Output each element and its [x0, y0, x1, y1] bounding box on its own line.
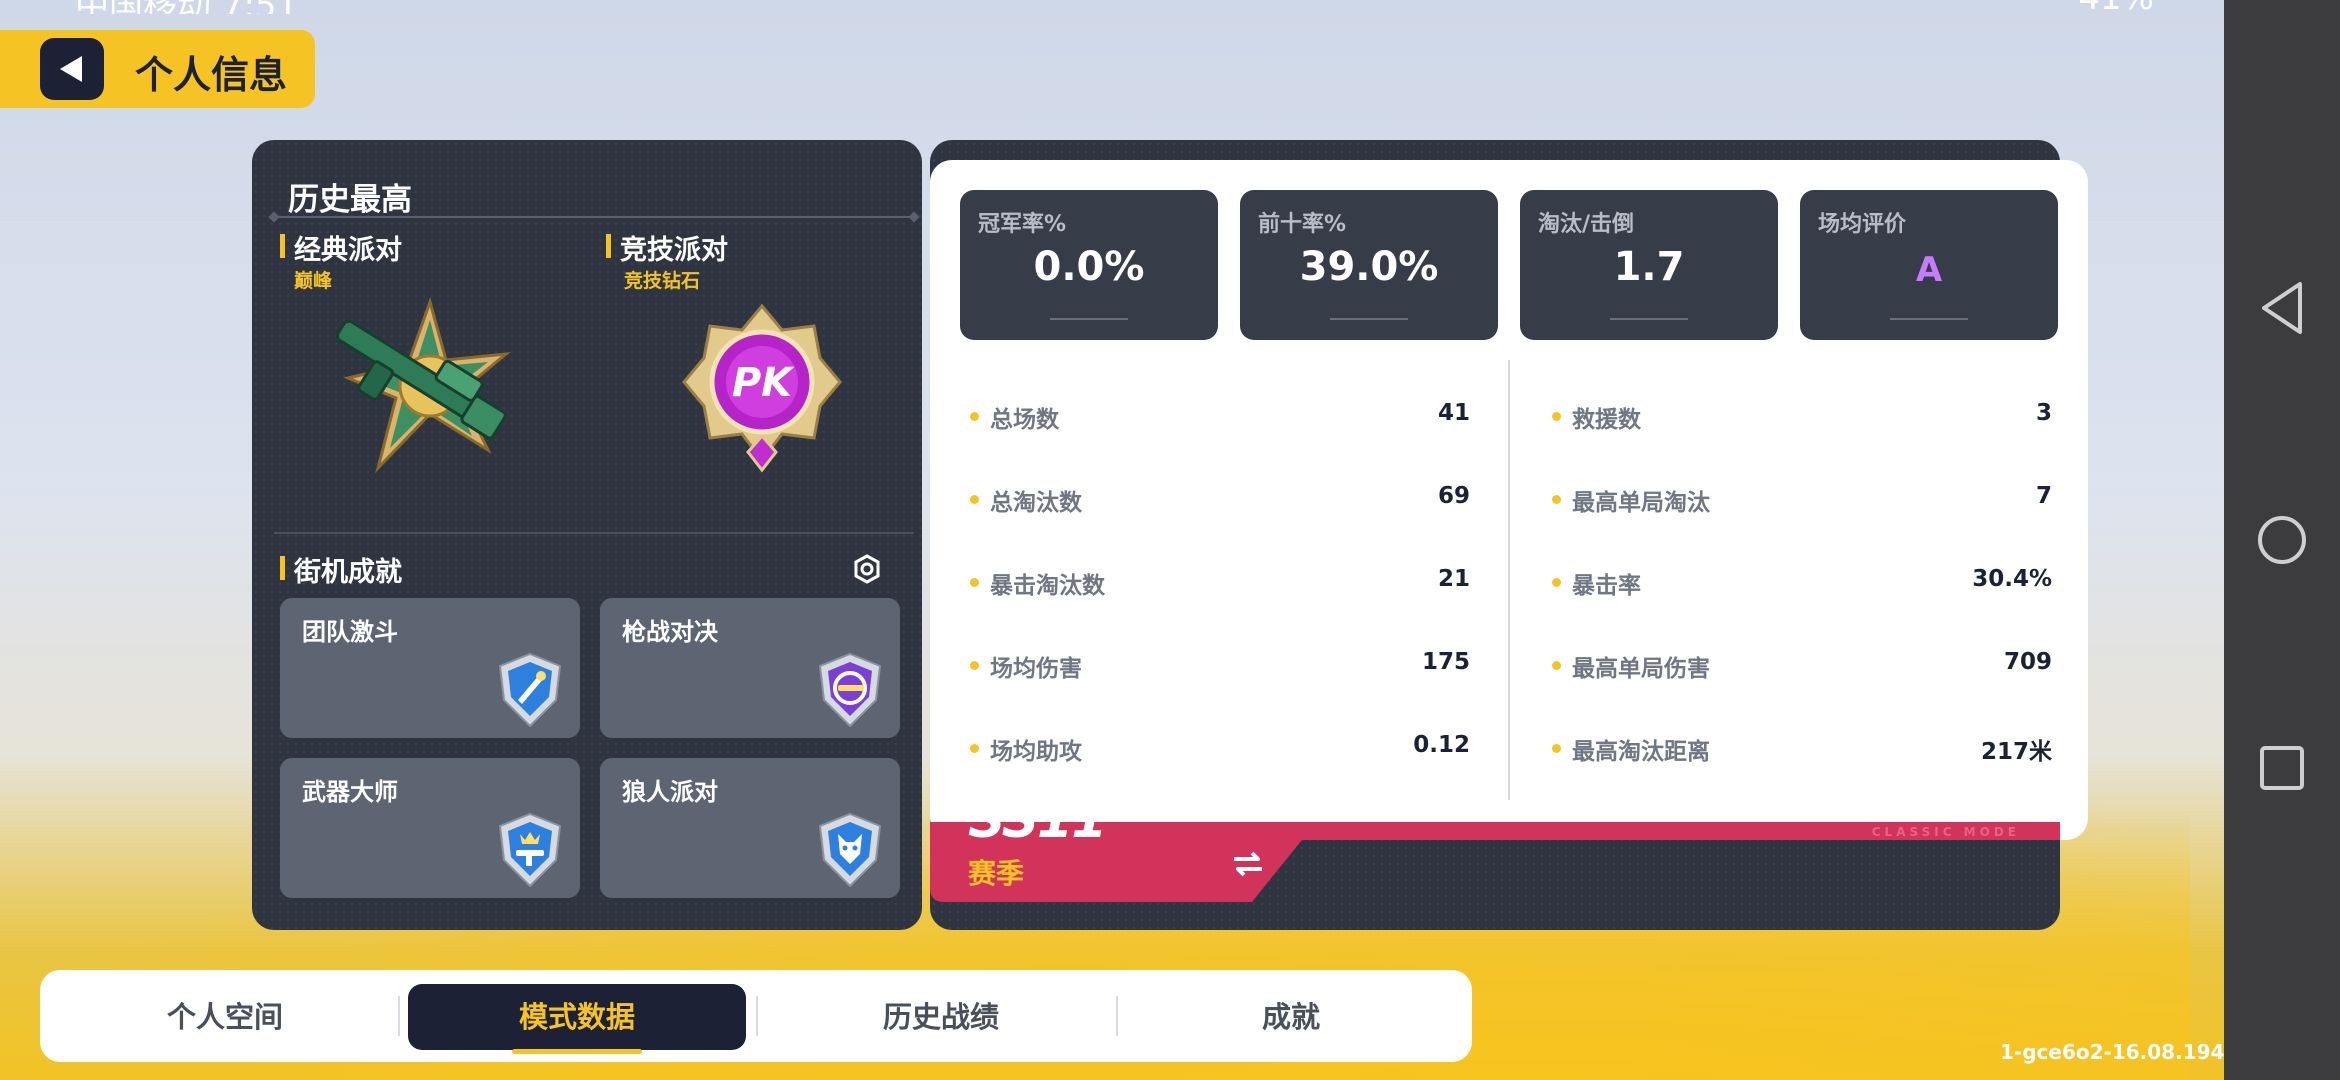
arcade-tile-gunfight[interactable]: 枪战对决 [600, 598, 900, 738]
tab-personal-space[interactable]: 个人空间 [60, 984, 390, 1050]
peak-rank-badge-icon[interactable] [312, 290, 532, 480]
status-bar: 中国移动 7:51 41% [0, 0, 2224, 14]
season-label: 赛季 [968, 857, 1025, 890]
season-watermark: CLASSIC MODE [1872, 825, 2020, 839]
stat-label: 暴击淘汰数 [990, 573, 1105, 599]
summary-label: 前十率% [1258, 212, 1347, 237]
summary-value: 0.0% [1033, 244, 1145, 290]
system-nav-bar [2224, 0, 2340, 1080]
history-title: 历史最高 [288, 182, 412, 218]
stat-row: 暴击淘汰数 21 [970, 562, 1470, 602]
pk-badge-text: PK [732, 360, 795, 406]
arcade-tile-label: 枪战对决 [622, 618, 718, 646]
summary-grade-value: A [1915, 250, 1943, 290]
status-carrier-time: 中国移动 7:51 [75, 0, 298, 14]
stat-value: 7 [2035, 483, 2052, 509]
summary-label: 场均评价 [1818, 212, 1907, 237]
tab-match-history[interactable]: 历史战绩 [766, 984, 1116, 1050]
arcade-tile-label: 团队激斗 [302, 618, 398, 646]
mode-rank-competitive: 竞技钻石 [624, 270, 701, 292]
nav-back-icon[interactable] [2260, 280, 2304, 336]
stat-row: 场均伤害 175 [970, 645, 1470, 685]
crown-weapon-shield-icon [498, 812, 562, 888]
stat-value: 69 [1437, 483, 1470, 509]
nav-home-icon[interactable] [2256, 514, 2308, 566]
stat-label: 场均伤害 [990, 656, 1082, 682]
arcade-title: 街机成就 [280, 550, 402, 589]
stat-value: 0.12 [1413, 732, 1470, 758]
back-arrow-icon [60, 56, 82, 82]
stat-label: 总场数 [990, 407, 1059, 433]
stat-value: 41 [1437, 400, 1470, 426]
stat-row: 总淘汰数 69 [970, 479, 1470, 519]
stat-label: 最高淘汰距离 [1572, 739, 1710, 765]
season-code: SS11 [968, 790, 1107, 850]
stat-row: 最高单局淘汰 7 [1552, 479, 2052, 519]
stat-value: 709 [2003, 649, 2052, 675]
stat-row: 场均助攻 0.12 [970, 728, 1470, 768]
page-header: 个人信息 [0, 30, 315, 108]
stat-value: 175 [1421, 649, 1470, 675]
history-best-card: 历史最高 经典派对 巅峰 竞技派对 竞技钻石 PK 街机成就 团队激斗 枪战对决… [252, 140, 922, 930]
back-button[interactable] [40, 38, 104, 100]
bottom-tab-bar: 个人空间 模式数据 历史战绩 成就 [40, 970, 1472, 1062]
arcade-tile-label: 武器大师 [302, 778, 398, 806]
summary-label: 淘汰/击倒 [1538, 212, 1635, 237]
target-gun-shield-icon [818, 652, 882, 728]
tab-mode-data[interactable]: 模式数据 [408, 984, 746, 1054]
nav-recents-icon[interactable] [2259, 745, 2305, 791]
stat-row: 最高单局伤害 709 [1552, 645, 2052, 685]
stat-row: 暴击率 30.4% [1552, 562, 2052, 602]
mode-label-classic: 经典派对 [280, 228, 402, 267]
stat-value: 30.4% [1972, 566, 2052, 592]
stat-label: 暴击率 [1572, 573, 1641, 599]
arcade-tile-team-battle[interactable]: 团队激斗 [280, 598, 580, 738]
arcade-tile-werewolf-party[interactable]: 狼人派对 [600, 758, 900, 898]
diamond-rank-badge-icon[interactable]: PK [682, 304, 842, 474]
summary-box-kd: 淘汰/击倒 1.7 [1520, 190, 1778, 340]
summary-box-win-rate: 冠军率% 0.0% [960, 190, 1218, 340]
arcade-tile-label: 狼人派对 [622, 778, 718, 806]
stat-label: 场均助攻 [990, 739, 1082, 765]
summary-box-avg-grade: 场均评价 A [1800, 190, 2058, 340]
summary-label: 冠军率% [978, 212, 1067, 237]
arcade-divider [274, 532, 914, 534]
stat-value: 3 [2035, 400, 2052, 426]
swap-arrows-icon[interactable] [1230, 849, 1266, 879]
stat-row: 总场数 41 [970, 396, 1470, 436]
stat-label: 总淘汰数 [990, 490, 1082, 516]
stat-label: 最高单局淘汰 [1572, 490, 1710, 516]
wolf-shield-icon [818, 812, 882, 888]
stat-label: 救援数 [1572, 407, 1641, 433]
summary-value: 39.0% [1299, 244, 1439, 290]
stats-column-divider [1508, 360, 1510, 800]
mode-rank-classic: 巅峰 [294, 270, 333, 292]
history-divider [274, 216, 914, 218]
summary-value: 1.7 [1613, 244, 1685, 290]
settings-gear-icon[interactable] [852, 554, 882, 584]
stat-value: 21 [1437, 566, 1470, 592]
stat-row: 救援数 3 [1552, 396, 2052, 436]
rocket-shield-icon [498, 652, 562, 728]
mode-label-competitive: 竞技派对 [606, 228, 728, 267]
summary-box-top10-rate: 前十率% 39.0% [1240, 190, 1498, 340]
tab-achievements[interactable]: 成就 [1126, 984, 1456, 1050]
status-battery: 41% [2078, 0, 2154, 14]
arcade-tile-weapon-master[interactable]: 武器大师 [280, 758, 580, 898]
stat-row: 最高淘汰距离 217米 [1552, 728, 2052, 768]
stat-value: 217米 [1980, 739, 2052, 765]
stat-label: 最高单局伤害 [1572, 656, 1710, 682]
page-title: 个人信息 [135, 53, 288, 97]
